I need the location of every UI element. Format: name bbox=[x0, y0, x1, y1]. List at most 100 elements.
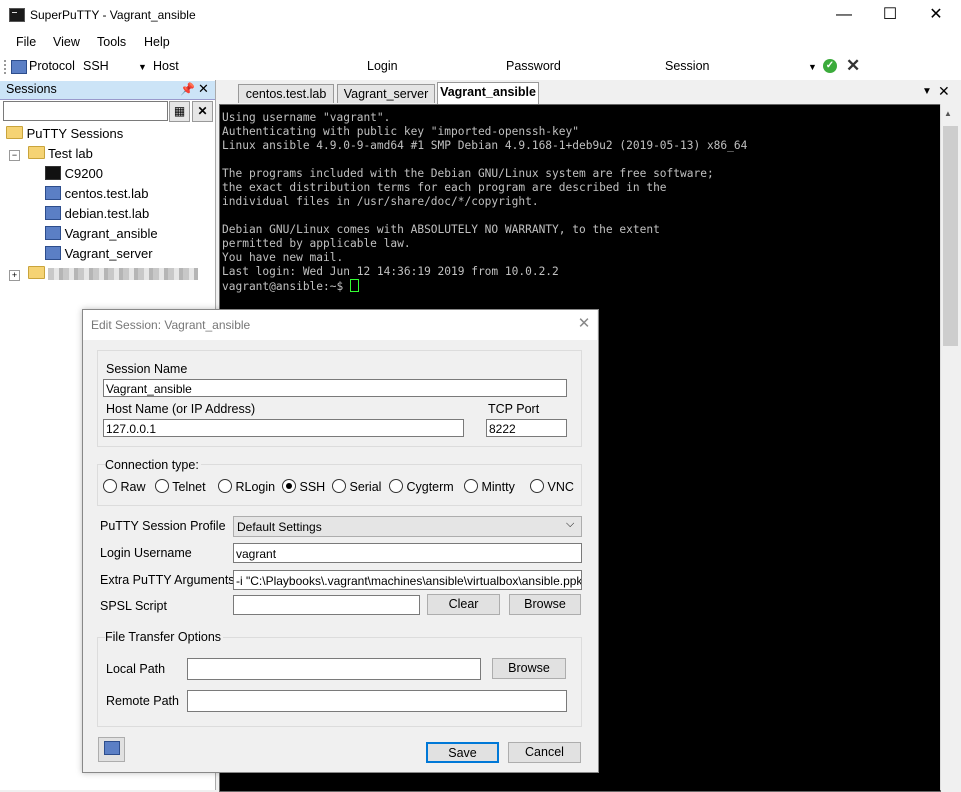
host-name-input[interactable]: 127.0.0.1 bbox=[103, 419, 464, 437]
computer-icon bbox=[45, 206, 61, 220]
chevron-down-icon[interactable]: ⌵ bbox=[566, 518, 574, 531]
scroll-thumb[interactable] bbox=[943, 126, 958, 346]
maximize-button[interactable]: ☐ bbox=[867, 0, 913, 32]
tab-vagrant-ansible[interactable]: Vagrant_ansible bbox=[437, 82, 539, 104]
window-title: SuperPuTTY - Vagrant_ansible bbox=[30, 8, 196, 22]
session-label: Session bbox=[665, 59, 710, 73]
save-button[interactable]: Save bbox=[426, 742, 499, 763]
password-label: Password bbox=[506, 59, 561, 73]
tree-item-centos[interactable]: centos.test.lab bbox=[45, 184, 148, 204]
dialog-title: Edit Session: Vagrant_ansible bbox=[91, 318, 251, 332]
tcp-port-label: TCP Port bbox=[488, 402, 540, 416]
clear-x-icon[interactable]: ✕ bbox=[846, 56, 860, 76]
radio-rlogin[interactable]: RLogin bbox=[218, 479, 275, 494]
app-terminal-icon bbox=[9, 8, 25, 22]
tab-close-icon[interactable]: ✕ bbox=[938, 83, 950, 100]
cancel-button[interactable]: Cancel bbox=[508, 742, 581, 763]
expand-icon[interactable]: + bbox=[9, 270, 20, 281]
terminal-prompt: vagrant@ansible:~$ bbox=[222, 280, 350, 293]
collapse-icon[interactable]: − bbox=[9, 150, 20, 161]
protocol-label: Protocol bbox=[29, 59, 75, 73]
pin-icon[interactable]: 📌 bbox=[180, 82, 195, 96]
spsl-script-label: SPSL Script bbox=[100, 599, 167, 613]
tree-item-label: Vagrant_ansible bbox=[64, 226, 158, 241]
local-path-input[interactable] bbox=[187, 658, 481, 680]
tree-item-label: centos.test.lab bbox=[64, 186, 149, 201]
login-username-label: Login Username bbox=[100, 546, 192, 560]
file-transfer-groupbox bbox=[97, 637, 582, 727]
terminal-icon bbox=[45, 166, 61, 180]
profile-label: PuTTY Session Profile bbox=[100, 519, 226, 533]
remote-path-input[interactable] bbox=[187, 690, 567, 712]
browse-spsl-button[interactable]: Browse bbox=[509, 594, 581, 615]
extra-args-input[interactable]: -i "C:\Playbooks\.vagrant\machines\ansib… bbox=[233, 570, 582, 590]
minimize-button[interactable]: — bbox=[821, 0, 867, 32]
dialog-close-button[interactable]: ✕ bbox=[573, 313, 595, 335]
tree-item-label: debian.test.lab bbox=[64, 206, 150, 221]
tree-item-label: C9200 bbox=[64, 166, 103, 181]
host-label: Host bbox=[153, 59, 179, 73]
terminal-cursor bbox=[349, 279, 359, 292]
session-icon-button[interactable] bbox=[98, 737, 125, 762]
protocol-select[interactable]: SSH bbox=[83, 59, 109, 73]
tab-centos[interactable]: centos.test.lab bbox=[238, 84, 334, 103]
radio-vnc[interactable]: VNC bbox=[530, 479, 574, 494]
sessions-tree: PuTTY Sessions − Test lab C9200 centos.t… bbox=[0, 122, 214, 302]
file-transfer-label: File Transfer Options bbox=[105, 630, 224, 644]
tcp-port-input[interactable]: 8222 bbox=[486, 419, 567, 437]
menu-view[interactable]: View bbox=[53, 35, 80, 49]
protocol-dropdown-icon[interactable]: ▼ bbox=[138, 62, 147, 72]
radio-raw[interactable]: Raw bbox=[103, 479, 146, 494]
radio-telnet[interactable]: Telnet bbox=[155, 479, 206, 494]
tree-folder-test-lab[interactable]: − Test lab bbox=[9, 144, 93, 164]
tree-root[interactable]: PuTTY Sessions bbox=[6, 124, 123, 144]
search-binoculars-icon[interactable]: ▦ bbox=[169, 101, 190, 122]
tree-item-c9200[interactable]: C9200 bbox=[45, 164, 103, 184]
login-username-input[interactable]: vagrant bbox=[233, 543, 582, 563]
menu-help[interactable]: Help bbox=[144, 35, 170, 49]
tree-item-vagrant-server[interactable]: Vagrant_server bbox=[45, 244, 153, 264]
profile-select[interactable]: Default Settings bbox=[233, 516, 582, 537]
computer-icon bbox=[45, 246, 61, 260]
menu-file[interactable]: File bbox=[16, 35, 36, 49]
folder-icon bbox=[27, 266, 45, 279]
radio-serial[interactable]: Serial bbox=[332, 479, 381, 494]
tree-item-debian[interactable]: debian.test.lab bbox=[45, 204, 149, 224]
tree-item-vagrant-ansible[interactable]: Vagrant_ansible bbox=[45, 224, 158, 244]
session-search-input[interactable] bbox=[3, 101, 168, 121]
radio-ssh[interactable]: SSH bbox=[282, 479, 325, 494]
connect-check-icon[interactable]: ✓ bbox=[823, 59, 837, 73]
host-name-label: Host Name (or IP Address) bbox=[106, 402, 256, 416]
toolbar-grip[interactable] bbox=[4, 60, 8, 74]
local-path-label: Local Path bbox=[106, 662, 166, 676]
tab-list-dropdown-icon[interactable]: ▼ bbox=[922, 86, 932, 97]
session-name-input[interactable]: Vagrant_ansible bbox=[103, 379, 567, 397]
tree-item-label: Vagrant_server bbox=[64, 246, 153, 261]
terminal-output: Using username "vagrant". Authenticating … bbox=[222, 111, 748, 293]
sessions-title: Sessions bbox=[6, 82, 57, 96]
session-dropdown-icon[interactable]: ▼ bbox=[808, 62, 817, 72]
browse-local-button[interactable]: Browse bbox=[492, 658, 566, 679]
radio-cygterm[interactable]: Cygterm bbox=[389, 479, 454, 494]
session-name-label: Session Name bbox=[106, 362, 188, 376]
remote-path-label: Remote Path bbox=[106, 694, 179, 708]
computer-icon bbox=[45, 186, 61, 200]
tree-folder-blurred[interactable]: + bbox=[9, 264, 199, 284]
radio-mintty[interactable]: Mintty bbox=[464, 479, 515, 494]
menu-tools[interactable]: Tools bbox=[97, 35, 126, 49]
scroll-up-icon[interactable]: ▲ bbox=[944, 109, 952, 118]
close-button[interactable]: ✕ bbox=[913, 0, 959, 32]
connection-type-label: Connection type: bbox=[105, 458, 201, 472]
clear-button[interactable]: Clear bbox=[427, 594, 500, 615]
panel-close-icon[interactable]: ✕ bbox=[198, 81, 209, 97]
tree-root-label: PuTTY Sessions bbox=[26, 126, 124, 141]
login-label: Login bbox=[367, 59, 398, 73]
tab-vagrant-server[interactable]: Vagrant_server bbox=[337, 84, 435, 103]
protocol-computer-icon bbox=[11, 60, 27, 75]
spsl-script-input[interactable] bbox=[233, 595, 420, 615]
tree-folder-label: Test lab bbox=[48, 146, 93, 161]
search-clear-icon[interactable]: ✕ bbox=[192, 101, 213, 122]
folder-icon bbox=[27, 146, 45, 159]
extra-args-label: Extra PuTTY Arguments bbox=[100, 573, 235, 587]
folder-icon bbox=[6, 126, 23, 139]
